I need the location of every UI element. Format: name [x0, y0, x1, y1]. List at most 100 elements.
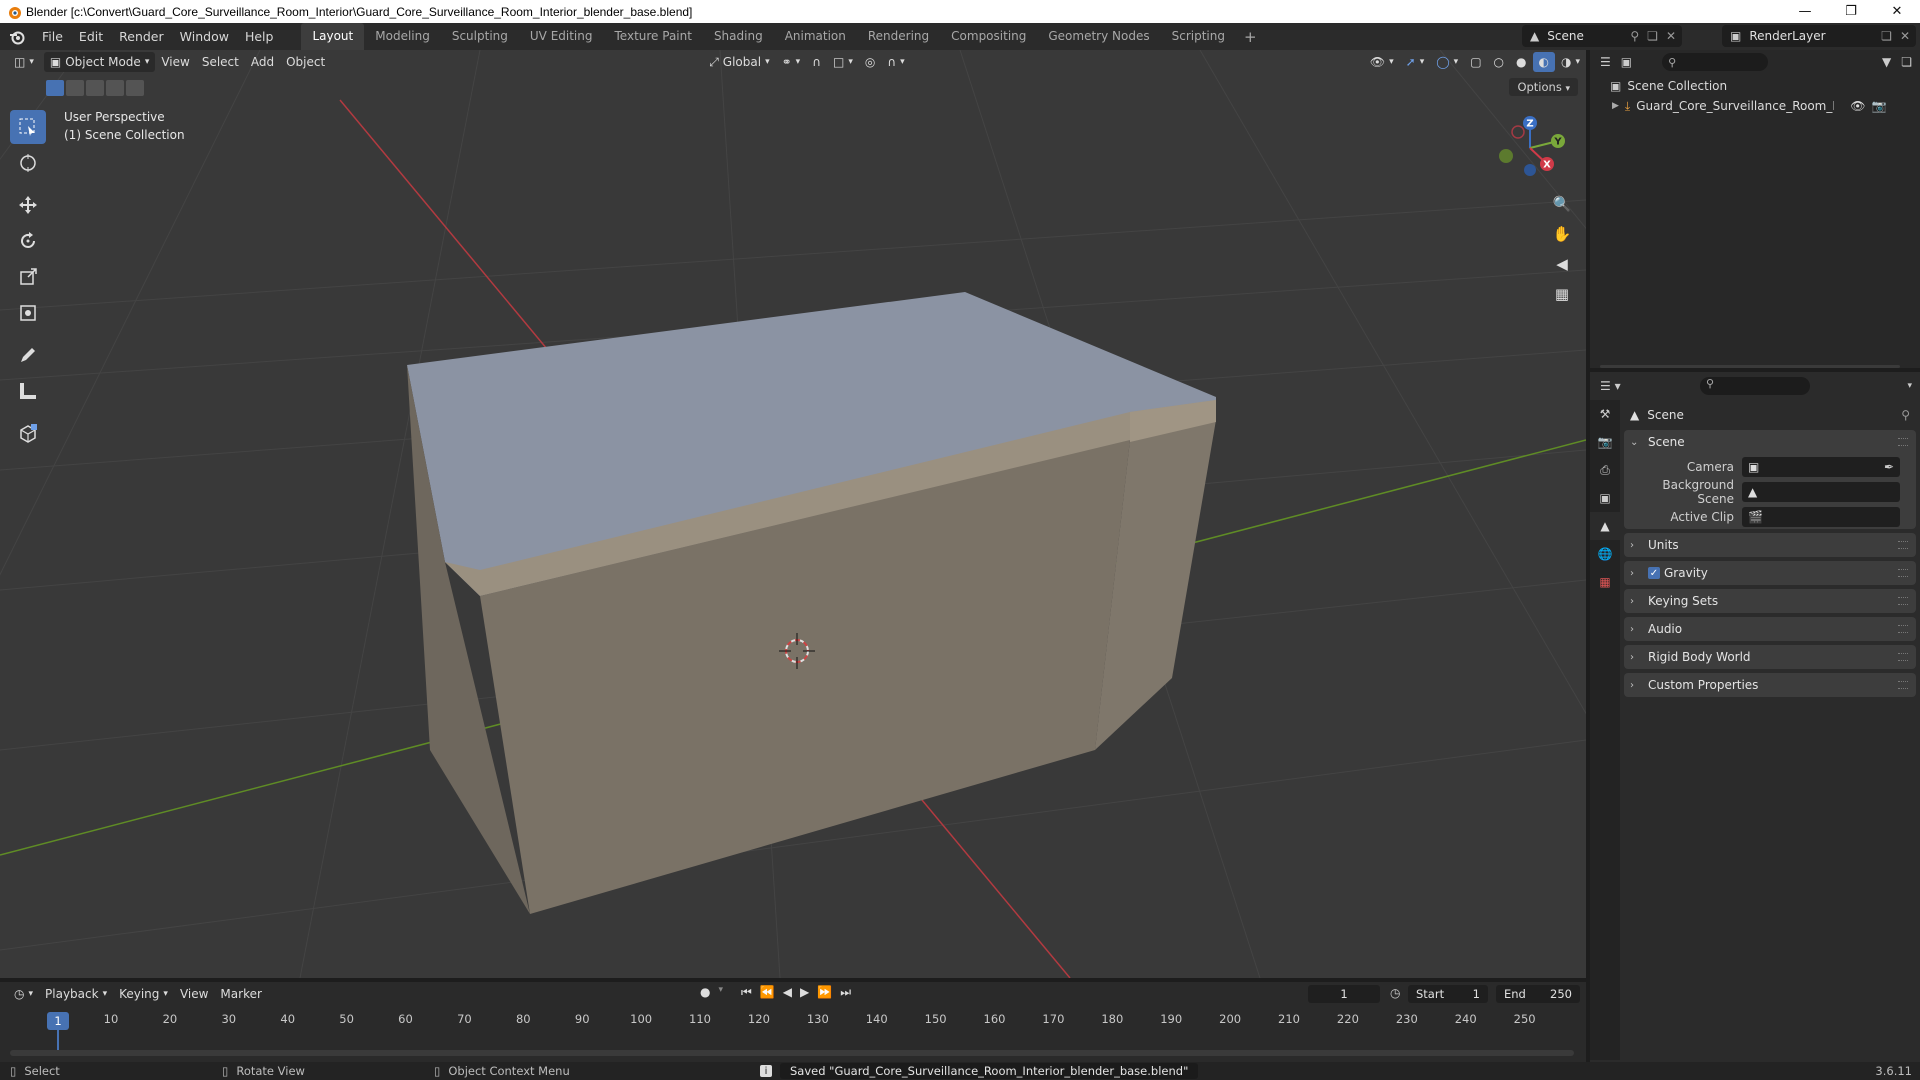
- delete-layer-icon[interactable]: ✕: [1900, 29, 1910, 43]
- transform-tool[interactable]: [10, 296, 46, 330]
- viewport-menu-view[interactable]: View: [155, 52, 195, 72]
- properties-editor-icon[interactable]: ☰ ▾: [1600, 379, 1621, 393]
- tab-scene[interactable]: ▲: [1590, 512, 1620, 540]
- keying-sets-panel[interactable]: › Keying Sets: [1624, 589, 1916, 613]
- start-frame-field[interactable]: Start 1: [1408, 985, 1488, 1003]
- camera-view-button[interactable]: ◀: [1548, 250, 1576, 278]
- menu-file[interactable]: File: [34, 23, 71, 50]
- menu-help[interactable]: Help: [237, 23, 282, 50]
- shading-solid[interactable]: ●: [1510, 52, 1532, 72]
- delete-scene-icon[interactable]: ✕: [1666, 29, 1676, 43]
- proportional-edit-toggle[interactable]: ◎: [859, 52, 881, 72]
- scene-panel-header[interactable]: ⌄ Scene: [1624, 430, 1916, 454]
- menu-edit[interactable]: Edit: [71, 23, 111, 50]
- editor-type-button[interactable]: ◫ ▾: [8, 52, 40, 72]
- outliner-item[interactable]: ▶ ⤓ Guard_Core_Surveillance_Room_Interio…: [1612, 96, 1918, 116]
- outliner-scrollbar[interactable]: [1600, 365, 1900, 368]
- ortho-toggle-button[interactable]: ▦: [1548, 280, 1576, 308]
- keying-menu[interactable]: Keying ▾: [113, 984, 174, 1004]
- display-mode-icon[interactable]: ▣: [1621, 55, 1632, 69]
- active-clip-field[interactable]: 🎬: [1742, 506, 1900, 527]
- add-cube-tool[interactable]: [10, 416, 46, 450]
- end-frame-field[interactable]: End 250: [1496, 985, 1580, 1003]
- visibility-eye-icon[interactable]: 👁: [1850, 99, 1865, 113]
- playback-menu[interactable]: Playback ▾: [39, 984, 113, 1004]
- tab-sculpting[interactable]: Sculpting: [441, 23, 519, 50]
- shading-wireframe[interactable]: ○: [1488, 52, 1510, 72]
- play-reverse-icon[interactable]: ◀: [783, 985, 792, 1000]
- rotate-tool[interactable]: [10, 224, 46, 258]
- tab-world[interactable]: 🌐: [1590, 540, 1620, 568]
- timeline-ruler[interactable]: 1 10 20 30 40 50 60 70 80 90 100 110 120 130 140 150 160…: [0, 1012, 1586, 1032]
- shading-rendered[interactable]: ◑ ▾: [1555, 52, 1586, 72]
- audio-panel[interactable]: › Audio: [1624, 617, 1916, 641]
- gravity-checkbox[interactable]: ✓: [1648, 567, 1660, 579]
- filter-icon[interactable]: ▼: [1882, 55, 1891, 69]
- outliner-editor-icon[interactable]: ☰: [1600, 55, 1611, 69]
- play-icon[interactable]: ▶: [800, 985, 809, 1000]
- tab-tool[interactable]: ⚒: [1590, 400, 1620, 428]
- pin-icon[interactable]: ⚲: [1630, 29, 1639, 43]
- snap-target-button[interactable]: □ ▾: [827, 52, 859, 72]
- preview-range-icon[interactable]: ◷: [1390, 986, 1400, 1000]
- eyedropper-icon[interactable]: ✒: [1884, 460, 1894, 474]
- tab-texture-paint[interactable]: Texture Paint: [604, 23, 703, 50]
- move-tool[interactable]: [10, 188, 46, 222]
- properties-options-icon[interactable]: ▾: [1907, 381, 1912, 391]
- pivot-point-button[interactable]: ⚭ ▾: [776, 52, 807, 72]
- overlay-toggle[interactable]: ◯ ▾: [1430, 52, 1464, 72]
- prev-keyframe-icon[interactable]: ⏪: [760, 985, 775, 1000]
- properties-search-field[interactable]: ⚲: [1700, 377, 1810, 395]
- tab-geometry-nodes[interactable]: Geometry Nodes: [1037, 23, 1160, 50]
- record-options-icon[interactable]: ▾: [718, 985, 723, 1000]
- drag-handle-icon[interactable]: [1898, 625, 1908, 633]
- expand-arrow-icon[interactable]: ▶: [1612, 101, 1619, 111]
- shading-material[interactable]: ◐: [1532, 52, 1555, 72]
- menu-render[interactable]: Render: [111, 23, 172, 50]
- tab-scripting[interactable]: Scripting: [1161, 23, 1236, 50]
- tab-view-layer[interactable]: ▣: [1590, 484, 1620, 512]
- viewport-menu-object[interactable]: Object: [280, 52, 331, 72]
- tab-animation[interactable]: Animation: [774, 23, 857, 50]
- viewport-scene[interactable]: Z Y X: [0, 50, 1586, 978]
- pan-button[interactable]: ✋: [1548, 220, 1576, 248]
- new-collection-icon[interactable]: ❏: [1901, 55, 1912, 69]
- background-scene-field[interactable]: ▲: [1742, 481, 1900, 502]
- transform-orientation-selector[interactable]: ⤢ Global ▾: [703, 52, 775, 72]
- minimize-button[interactable]: —: [1782, 0, 1828, 23]
- viewport-menu-add[interactable]: Add: [245, 52, 280, 72]
- timeline-scrollbar[interactable]: [10, 1050, 1574, 1056]
- pin-context-icon[interactable]: ⚲: [1901, 408, 1910, 422]
- jump-end-icon[interactable]: ⏭: [840, 985, 851, 1000]
- close-button[interactable]: ✕: [1874, 0, 1920, 23]
- camera-field[interactable]: ▣ ✒: [1742, 456, 1900, 477]
- rigid-body-world-panel-header[interactable]: › Rigid Body World: [1624, 645, 1916, 669]
- record-icon[interactable]: ●: [700, 985, 710, 1000]
- drag-handle-icon[interactable]: [1898, 653, 1908, 661]
- snap-toggle[interactable]: ∩: [806, 52, 827, 72]
- falloff-button[interactable]: ∩ ▾: [881, 52, 910, 72]
- drag-handle-icon[interactable]: [1898, 681, 1908, 689]
- tab-shading[interactable]: Shading: [703, 23, 774, 50]
- keying-sets-panel-header[interactable]: › Keying Sets: [1624, 589, 1916, 613]
- jump-start-icon[interactable]: ⏮: [741, 985, 752, 1000]
- select-intersect-button[interactable]: [126, 80, 144, 96]
- scene-selector[interactable]: ▲ Scene ⚲ ❏ ✕: [1522, 25, 1682, 47]
- gravity-panel-header[interactable]: › ✓ Gravity: [1624, 561, 1916, 585]
- visibility-button[interactable]: 👁 ▾: [1364, 52, 1400, 72]
- tab-texture[interactable]: ▦: [1590, 568, 1620, 596]
- current-frame-field[interactable]: 1: [1308, 985, 1380, 1003]
- custom-properties-panel[interactable]: › Custom Properties: [1624, 673, 1916, 697]
- zoom-button[interactable]: 🔍: [1548, 190, 1576, 218]
- scale-tool[interactable]: [10, 260, 46, 294]
- new-scene-icon[interactable]: ❏: [1647, 29, 1658, 43]
- rigid-body-world-panel[interactable]: › Rigid Body World: [1624, 645, 1916, 669]
- select-invert-button[interactable]: [106, 80, 124, 96]
- select-new-button[interactable]: [46, 80, 64, 96]
- gizmo-toggle[interactable]: ➚ ▾: [1400, 52, 1431, 72]
- timeline-editor-type-button[interactable]: ◷ ▾: [8, 984, 39, 1004]
- marker-menu[interactable]: Marker: [214, 984, 267, 1004]
- tab-compositing[interactable]: Compositing: [940, 23, 1037, 50]
- audio-panel-header[interactable]: › Audio: [1624, 617, 1916, 641]
- drag-handle-icon[interactable]: [1898, 541, 1908, 549]
